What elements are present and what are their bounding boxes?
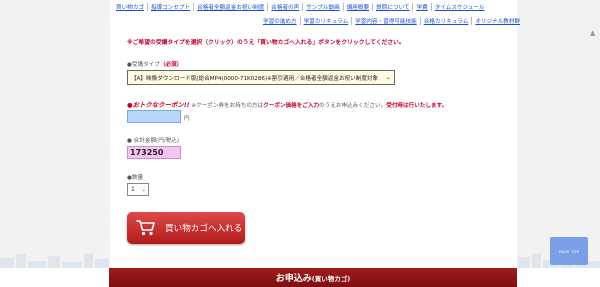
total-label: ● 合計金額(円/税込) <box>127 138 180 144</box>
nav-link-fees[interactable]: 学費 <box>413 3 430 11</box>
nav-link-questions[interactable]: 質問について <box>373 3 412 11</box>
coupon-text-notice: 受付時は行いたします。 <box>386 103 448 109</box>
total-amount-field: 173250 <box>127 146 181 159</box>
quantity-value: 1 <box>131 186 135 193</box>
nav-link-concept[interactable]: 指導コンセプト <box>148 3 193 11</box>
coupon-badge: ●おトクなクーポン!! <box>127 101 190 109</box>
scroll-up-arrow-icon[interactable]: ▲ <box>590 29 595 37</box>
add-to-cart-button[interactable]: 買い物カゴへ入れる <box>127 212 245 244</box>
order-section: お申込み (買い物カゴ) <box>0 268 600 287</box>
nav-link-skills[interactable]: 学習内容・習得可能技能 <box>352 17 420 25</box>
coupon-text-highlight: クーポン価格をご入力 <box>263 103 320 109</box>
nav-link-materials[interactable]: オリジナル教材群 <box>472 17 523 25</box>
nav-link-voices[interactable]: 合格者の声 <box>268 3 302 11</box>
order-title: お申込み <box>275 274 312 284</box>
chevron-down-icon: ⌄ <box>385 74 391 81</box>
nav-link-refund[interactable]: 合格者全額返金お祝い制度 <box>194 3 267 11</box>
coupon-text-prefix: ※クーポン券をお持ちの方は <box>191 103 264 109</box>
course-type-label-text: ●受講タイプ <box>127 62 160 68</box>
nav-row-1: 買い物カゴ 指導コンセプト 合格者全額返金お祝い制度 合格者の声 サンプル動画 … <box>115 1 488 12</box>
nav-link-pass-curriculum[interactable]: 合格カリキュラム <box>421 17 472 25</box>
nav-link-sample[interactable]: サンプル動画 <box>303 3 342 11</box>
shopping-cart-icon <box>135 217 157 239</box>
nav-link-curriculum[interactable]: 学習カリキュラム <box>301 17 352 25</box>
required-marker: （必須） <box>159 62 183 68</box>
coupon-notice: ●おトクなクーポン!! ※クーポン券をお持ちの方はクーポン価格をご入力のうえお申… <box>127 100 447 109</box>
nav-link-cart[interactable]: 買い物カゴ <box>115 3 147 11</box>
coupon-yen-unit: 円 <box>184 116 190 122</box>
nav-link-study-method[interactable]: 学習の進め方 <box>260 17 300 25</box>
course-type-label: ●受講タイプ（必須） <box>127 60 182 68</box>
course-type-selected-value: 【A】映像ダウンロード版[総合MP4(0000-71K0286)※割引適用／合格… <box>131 75 379 82</box>
nav-row-2: 学習の進め方 学習カリキュラム 学習内容・習得可能技能 合格カリキュラム オリジ… <box>260 15 523 26</box>
course-type-select[interactable]: 【A】映像ダウンロード版[総合MP4(0000-71K0286)※割引適用／合格… <box>127 70 395 85</box>
page-top-button[interactable]: PAGE TOP <box>550 237 588 265</box>
order-subtitle: (買い物カゴ) <box>311 274 351 283</box>
quantity-select[interactable]: 1 ⌄ <box>127 183 149 196</box>
nav-link-overview[interactable]: 講座概要 <box>344 3 372 11</box>
order-header: お申込み (買い物カゴ) <box>109 268 517 287</box>
coupon-price-input[interactable] <box>127 110 181 123</box>
left-gutter <box>0 0 110 287</box>
add-to-cart-label: 買い物カゴへ入れる <box>165 224 243 234</box>
quantity-label: ●数量 <box>127 175 144 181</box>
coupon-text-mid: のうえお申込みください。 <box>319 103 387 109</box>
top-navigation: 買い物カゴ 指導コンセプト 合格者全額返金お祝い制度 合格者の声 サンプル動画 … <box>115 0 520 28</box>
chevron-down-icon: ⌄ <box>141 187 146 193</box>
nav-link-schedule[interactable]: タイムスケジュール <box>432 3 488 11</box>
instruction-notice: ※ご希望の受講タイプを選択（クリック）のうえ「買い物カゴへ入れる」ボタンをクリッ… <box>127 40 405 46</box>
